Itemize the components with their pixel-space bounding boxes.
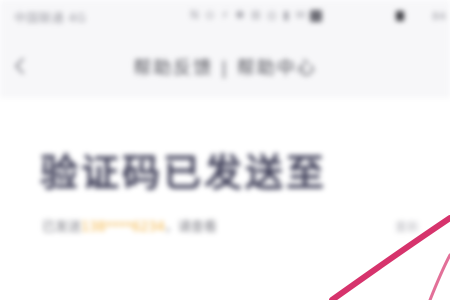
carrier-label: 中国联通 4G <box>14 11 87 25</box>
page-title: 帮助反馈 | 帮助中心 <box>133 58 317 79</box>
battery-percent: 84 <box>432 10 446 23</box>
verification-heading: 验证码已发送至 <box>40 151 328 195</box>
status-bar: 中国联通 4G N ⊙ ⚡ ✱ ⊞ ◎ ▮ ✉ ▣ 84 <box>0 0 450 34</box>
main-content: 验证码已发送至 已发送138****6234，请查看 重新 <box>0 98 450 300</box>
sent-suffix: ，请查看 <box>164 220 217 235</box>
battery-icon <box>396 11 404 21</box>
masked-phone-number: 138****6234 <box>81 220 165 235</box>
nav-bar: 帮助反馈 | 帮助中心 <box>0 34 450 98</box>
sent-prefix: 已发送 <box>42 220 82 235</box>
status-icons: N ⊙ ⚡ ✱ ⊞ ◎ ▮ ✉ ▣ <box>190 8 324 22</box>
blurred-content: 中国联通 4G N ⊙ ⚡ ✱ ⊞ ◎ ▮ ✉ ▣ 84 帮助反馈 | 帮助中心… <box>0 0 450 300</box>
resend-link[interactable]: 重新 <box>395 218 419 235</box>
signal-icon <box>310 10 322 22</box>
screen: 中国联通 4G N ⊙ ⚡ ✱ ⊞ ◎ ▮ ✉ ▣ 84 帮助反馈 | 帮助中心… <box>0 0 450 300</box>
sent-to-line: 已发送138****6234，请查看 <box>42 216 217 235</box>
